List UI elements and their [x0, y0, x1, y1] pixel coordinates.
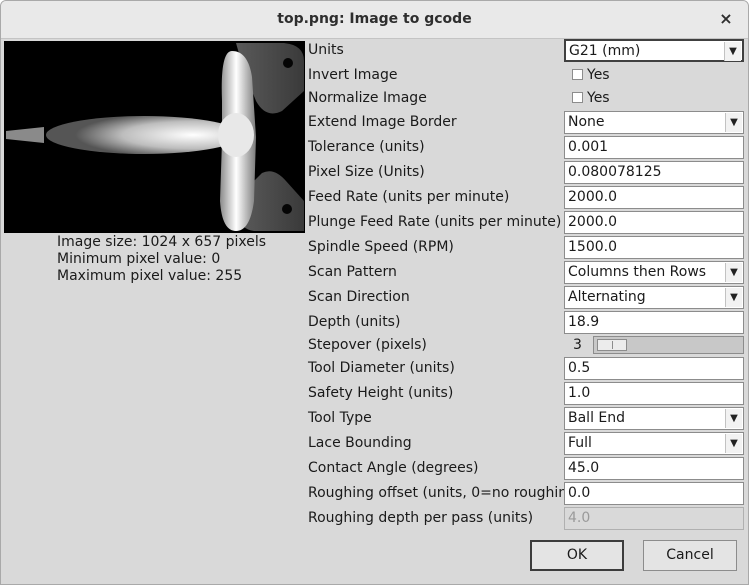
- chevron-down-icon[interactable]: ▼: [725, 409, 742, 428]
- invert-yes-label: Yes: [587, 67, 610, 83]
- tolerance-label: Tolerance (units): [308, 139, 425, 155]
- spindle-speed-label: Spindle Speed (RPM): [308, 239, 454, 255]
- cancel-button[interactable]: Cancel: [643, 540, 737, 571]
- scan-pattern-value: Columns then Rows: [568, 264, 707, 280]
- units-select[interactable]: G21 (mm) ▼: [564, 39, 744, 62]
- safety-height-input[interactable]: 1.0: [564, 382, 744, 405]
- units-label: Units: [308, 42, 344, 58]
- pixel-size-label: Pixel Size (Units): [308, 164, 425, 180]
- normalize-image-checkbox[interactable]: Yes: [572, 90, 610, 106]
- ok-button[interactable]: OK: [530, 540, 624, 571]
- max-pixel-text: Maximum pixel value: 255: [57, 268, 243, 284]
- extend-border-value: None: [568, 114, 605, 130]
- tool-type-value: Ball End: [568, 410, 626, 426]
- extend-border-label: Extend Image Border: [308, 114, 457, 130]
- chevron-down-icon[interactable]: ▼: [725, 113, 742, 132]
- invert-image-label: Invert Image: [308, 67, 398, 83]
- min-pixel-text: Minimum pixel value: 0: [57, 251, 221, 267]
- checkbox-box[interactable]: [572, 92, 583, 103]
- feed-rate-input[interactable]: 2000.0: [564, 186, 744, 209]
- slider-thumb[interactable]: [597, 339, 627, 351]
- chevron-down-icon[interactable]: ▼: [725, 434, 742, 453]
- depth-input[interactable]: 18.9: [564, 311, 744, 334]
- tool-type-label: Tool Type: [308, 410, 372, 426]
- image-preview: [4, 41, 305, 233]
- safety-height-label: Safety Height (units): [308, 385, 454, 401]
- scan-direction-label: Scan Direction: [308, 289, 410, 305]
- normalize-image-label: Normalize Image: [308, 90, 427, 106]
- roughing-depth-label: Roughing depth per pass (units): [308, 510, 534, 526]
- spindle-speed-input[interactable]: 1500.0: [564, 236, 744, 259]
- tool-diameter-label: Tool Diameter (units): [308, 360, 455, 376]
- tool-diameter-input[interactable]: 0.5: [564, 357, 744, 380]
- stepover-value: 3: [573, 337, 582, 353]
- tool-type-select[interactable]: Ball End ▼: [564, 407, 744, 430]
- roughing-depth-input: 4.0: [564, 507, 744, 530]
- roughing-offset-label: Roughing offset (units, 0=no roughing): [308, 485, 582, 501]
- lace-bounding-select[interactable]: Full ▼: [564, 432, 744, 455]
- feed-rate-label: Feed Rate (units per minute): [308, 189, 510, 205]
- extend-border-select[interactable]: None ▼: [564, 111, 744, 134]
- normalize-yes-label: Yes: [587, 90, 610, 106]
- stepover-slider[interactable]: [593, 336, 744, 354]
- image-info: Image size: 1024 x 657 pixels Minimum pi…: [57, 234, 266, 285]
- units-value: G21 (mm): [569, 43, 641, 59]
- contact-angle-label: Contact Angle (degrees): [308, 460, 479, 476]
- scan-pattern-label: Scan Pattern: [308, 264, 397, 280]
- scan-direction-value: Alternating: [568, 289, 646, 305]
- contact-angle-input[interactable]: 45.0: [564, 457, 744, 480]
- title-bar[interactable]: top.png: Image to gcode ×: [1, 1, 748, 39]
- roughing-offset-input[interactable]: 0.0: [564, 482, 744, 505]
- window-title: top.png: Image to gcode: [277, 11, 472, 27]
- invert-image-checkbox[interactable]: Yes: [572, 67, 610, 83]
- image-to-gcode-dialog: top.png: Image to gcode × Image size: 10…: [0, 0, 749, 585]
- depth-label: Depth (units): [308, 314, 401, 330]
- stepover-label: Stepover (pixels): [308, 337, 427, 353]
- lace-bounding-label: Lace Bounding: [308, 435, 412, 451]
- chevron-down-icon[interactable]: ▼: [725, 263, 742, 282]
- plunge-rate-label: Plunge Feed Rate (units per minute): [308, 214, 562, 230]
- tolerance-input[interactable]: 0.001: [564, 136, 744, 159]
- lace-bounding-value: Full: [568, 435, 592, 451]
- chevron-down-icon[interactable]: ▼: [724, 42, 741, 61]
- image-size-text: Image size: 1024 x 657 pixels: [57, 234, 267, 250]
- scan-direction-select[interactable]: Alternating ▼: [564, 286, 744, 309]
- scan-pattern-select[interactable]: Columns then Rows ▼: [564, 261, 744, 284]
- chevron-down-icon[interactable]: ▼: [725, 288, 742, 307]
- heightmap-image: [4, 41, 305, 233]
- plunge-rate-input[interactable]: 2000.0: [564, 211, 744, 234]
- pixel-size-input[interactable]: 0.080078125: [564, 161, 744, 184]
- close-icon[interactable]: ×: [718, 9, 734, 29]
- checkbox-box[interactable]: [572, 69, 583, 80]
